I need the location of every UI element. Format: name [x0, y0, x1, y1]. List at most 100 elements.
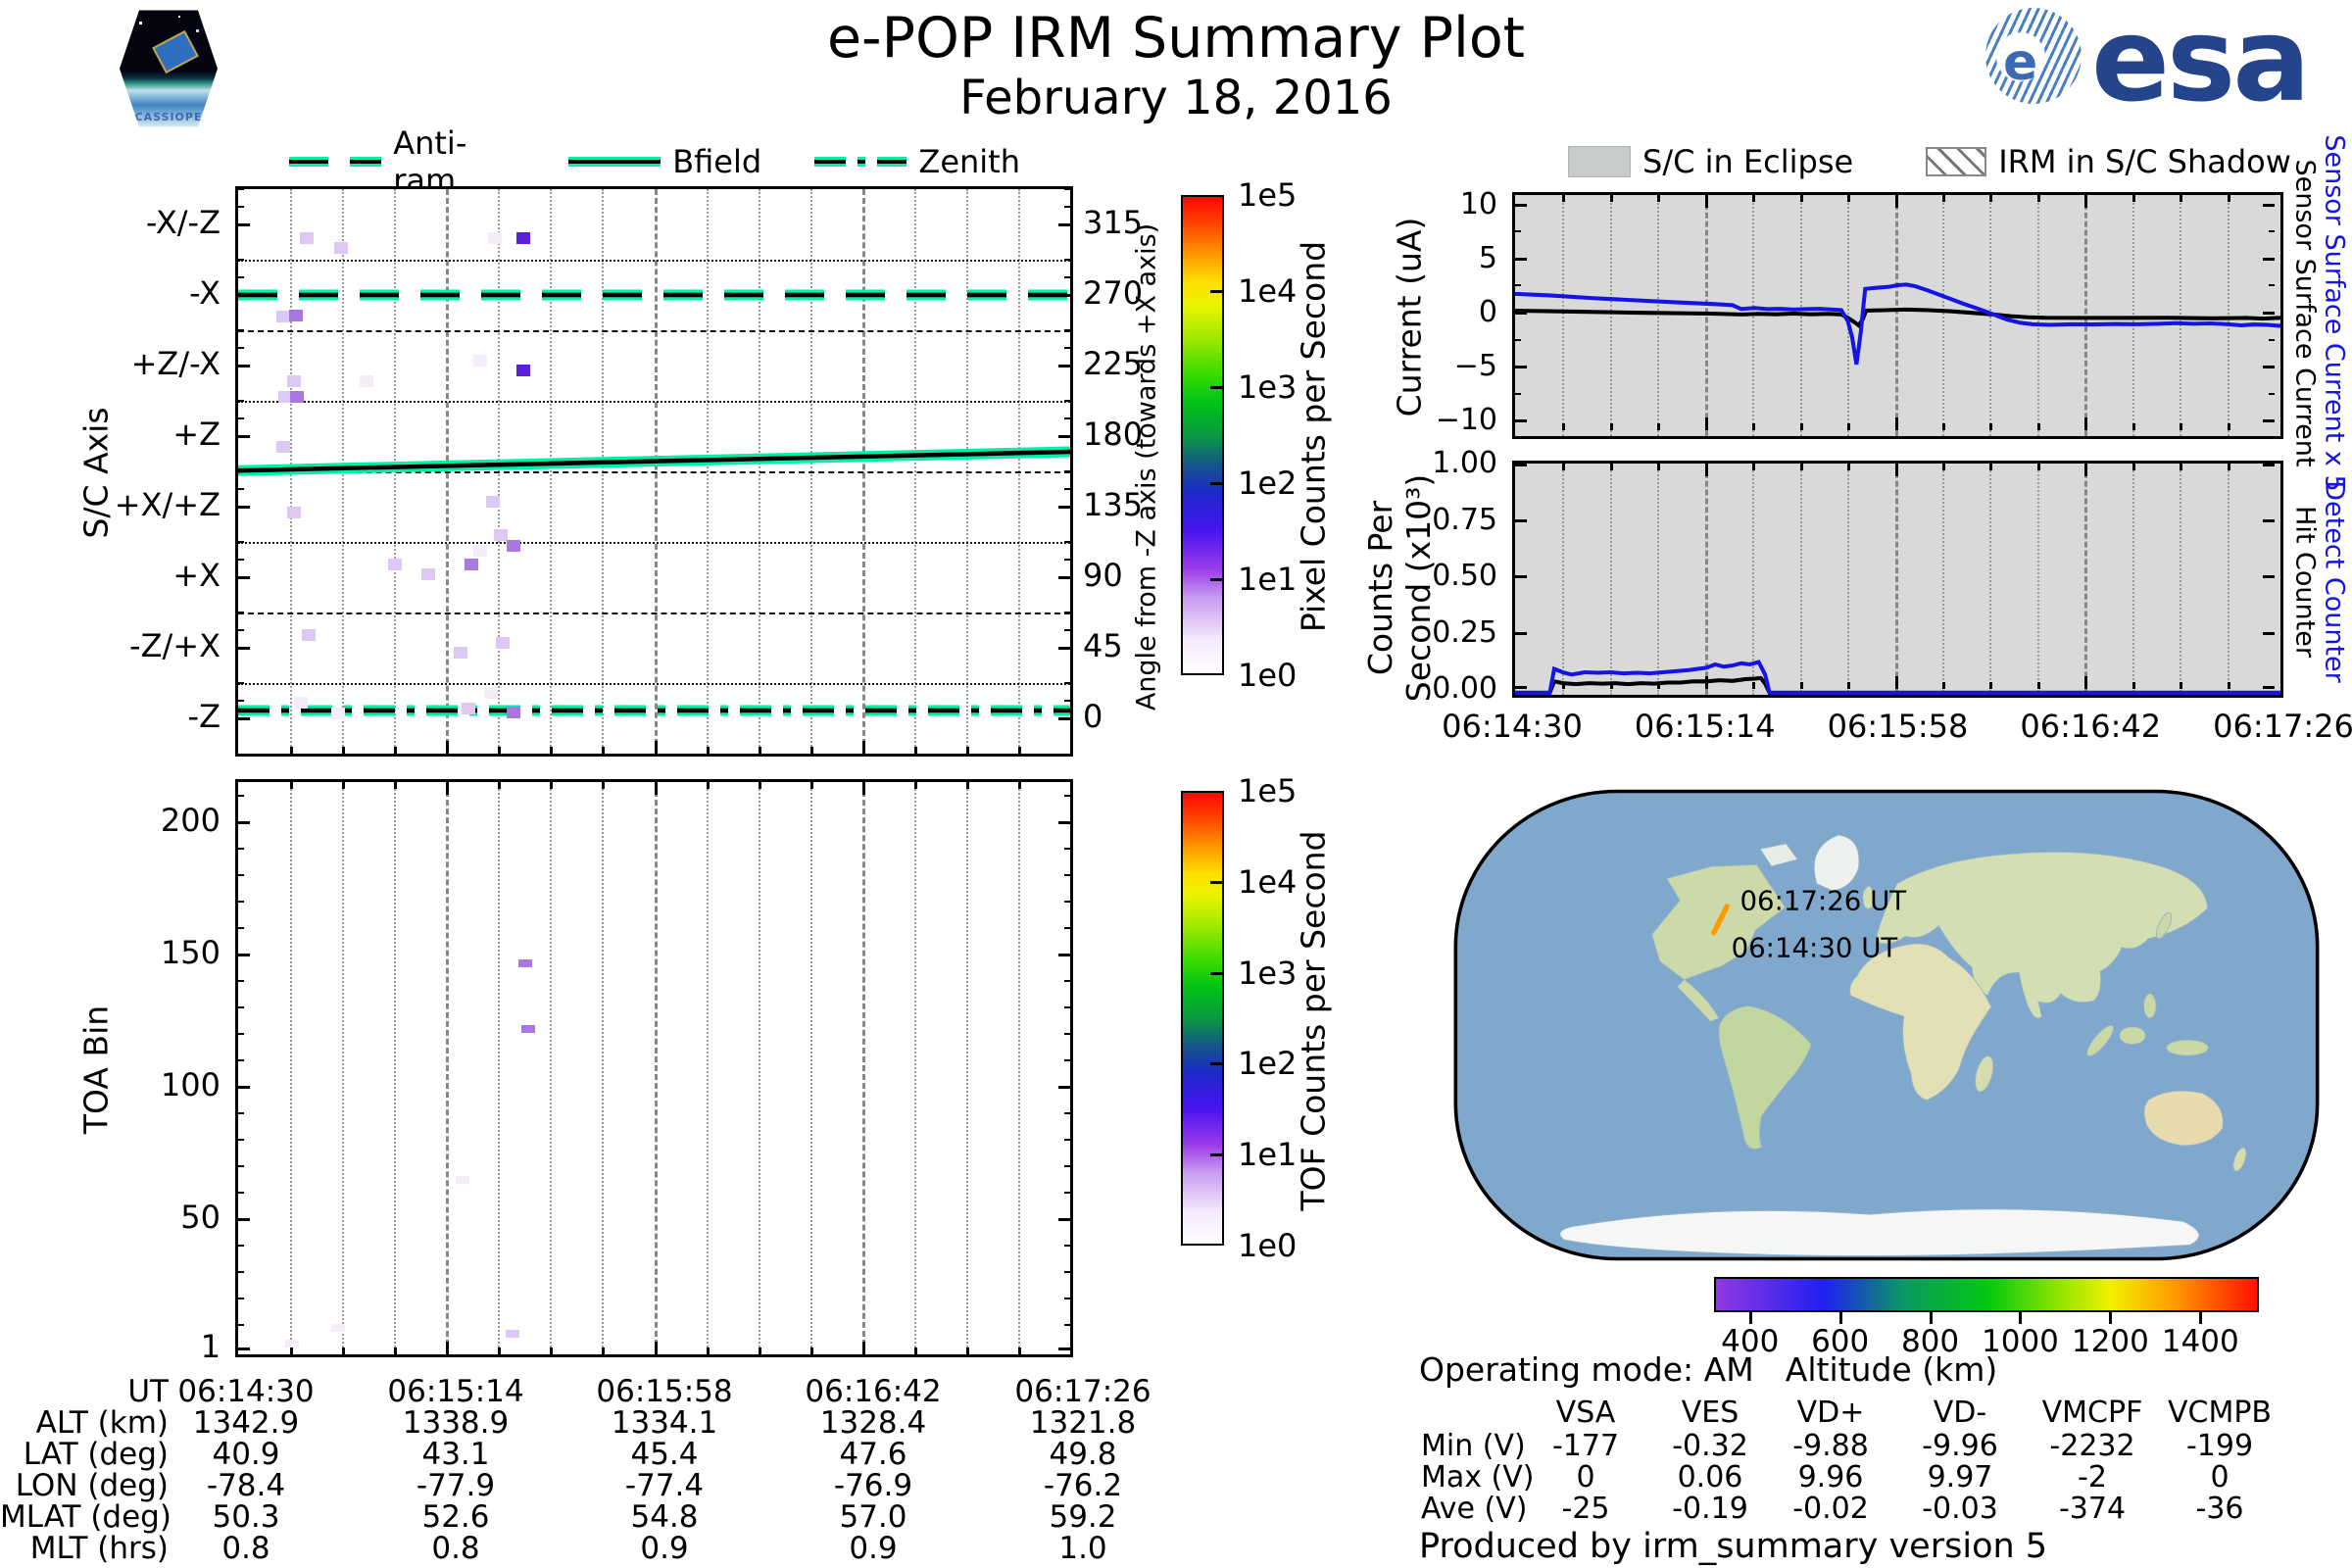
tick-mark	[2227, 464, 2230, 470]
world-map: 06:17:26 UT 06:14:30 UT	[1453, 789, 2320, 1261]
table-cell: 06:17:26	[1014, 1374, 1152, 1409]
tick-mark	[1799, 464, 1803, 470]
tick-mark	[394, 1348, 398, 1354]
track-end-time-label: 06:17:26 UT	[1740, 885, 1906, 917]
tick-mark	[290, 1348, 294, 1354]
tick-mark	[1017, 1348, 1021, 1354]
tick-mark	[1064, 1164, 1070, 1167]
tick-mark	[1704, 464, 1708, 476]
tick-mark	[861, 782, 865, 795]
tick-mark	[1515, 518, 1527, 522]
tick-mark	[238, 900, 244, 903]
altitude-colorbar-title: Altitude (km)	[1785, 1350, 1998, 1389]
esa-globe-icon: e	[1985, 8, 2082, 104]
tick-mark	[2269, 338, 2275, 341]
anti-ram-legend-line	[289, 157, 382, 167]
tick-mark	[1562, 423, 1566, 430]
table-cell: 47.6	[839, 1437, 907, 1472]
tick-mark	[342, 1348, 346, 1354]
colorbar-tick-label: 1e5	[1238, 772, 1298, 809]
tick-mark	[238, 1164, 244, 1167]
tick-mark	[602, 1348, 606, 1354]
shadow-hatch-swatch	[1926, 147, 1987, 176]
tick-mark	[2180, 464, 2183, 470]
tick-mark	[1515, 419, 1527, 423]
altitude-colorbar	[1714, 1277, 2259, 1312]
colorbar-tick-label: 1e5	[1238, 176, 1298, 214]
tick-mark	[1752, 682, 1756, 689]
eclipse-legend: S/C in Eclipse IRM in S/C Shadow	[1568, 143, 2352, 180]
tick-mark	[238, 1244, 244, 1247]
tick-mark	[1064, 1191, 1070, 1194]
scatter-point	[387, 559, 402, 571]
tick-mark	[1515, 284, 1521, 287]
category-label: -X/-Z	[145, 204, 220, 241]
grid-line	[758, 782, 760, 1354]
tick-mark	[1210, 1153, 1222, 1157]
tick-mark	[1515, 338, 1521, 341]
tick-mark	[238, 1348, 250, 1350]
scatter-point	[285, 1340, 300, 1348]
detect-counter-label: Detect Counter	[2319, 480, 2350, 683]
tick-mark	[2263, 203, 2275, 207]
tick-mark	[2269, 392, 2275, 395]
tick-mark	[1515, 631, 1527, 635]
colorbar-tick-label: 1e2	[1238, 1045, 1298, 1083]
tick-mark	[238, 847, 244, 850]
tick-mark	[1657, 682, 1661, 689]
grid-line	[446, 782, 450, 1354]
colorbar-tick-label: 1e3	[1238, 954, 1298, 992]
tick-mark	[1064, 1323, 1070, 1326]
toa-tick-label: 50	[180, 1198, 220, 1236]
tick-mark	[498, 782, 502, 789]
tick-mark	[1657, 464, 1661, 470]
tick-mark	[238, 1085, 244, 1088]
tick-mark	[1989, 195, 1993, 202]
tick-mark	[238, 1297, 244, 1299]
scatter-point	[506, 1329, 520, 1338]
ytick-label: 0.75	[1432, 502, 1497, 537]
tick-mark	[1515, 464, 1527, 466]
esa-wordmark: esa	[2091, 0, 2311, 127]
xtick-label: 06:17:26	[2213, 708, 2352, 745]
scatter-point	[302, 629, 317, 642]
tick-mark	[446, 782, 450, 795]
tick-mark	[1515, 257, 1527, 261]
tick-mark	[2036, 682, 2040, 689]
tick-mark	[1609, 464, 1613, 470]
category-label: +Z	[172, 416, 220, 453]
tick-mark	[1847, 682, 1851, 689]
tick-mark	[550, 782, 554, 789]
category-label: -Z/+X	[129, 627, 220, 664]
tick-mark	[2132, 423, 2135, 430]
tick-mark	[2263, 366, 2275, 369]
tick-mark	[1064, 847, 1070, 850]
table-cell: 50.3	[212, 1499, 280, 1535]
bfield-legend-label: Bfield	[672, 143, 762, 180]
tick-mark	[238, 794, 244, 797]
zenith-legend-label: Zenith	[918, 143, 1020, 180]
tick-mark	[1064, 1217, 1070, 1220]
tick-mark	[1941, 464, 1945, 470]
tick-mark	[2269, 230, 2275, 233]
grid-line	[861, 782, 865, 1354]
tick-mark	[2180, 682, 2183, 689]
tick-mark	[1064, 926, 1070, 929]
toa-tick-label: 1	[200, 1328, 220, 1365]
colorbar-tick-label: 1e0	[1238, 1227, 1298, 1264]
tick-mark	[1064, 979, 1070, 982]
scatter-point	[300, 232, 315, 245]
category-label: +X/+Z	[114, 486, 220, 523]
grid-line	[965, 782, 968, 1354]
tick-mark	[1941, 195, 1945, 202]
tick-mark	[238, 926, 244, 929]
tick-mark	[1847, 195, 1851, 202]
tof-colorbar	[1181, 791, 1224, 1246]
table-cell: 40.9	[212, 1437, 280, 1472]
scatter-point	[516, 232, 531, 245]
tick-mark	[2227, 682, 2230, 689]
tick-mark	[1064, 1032, 1070, 1035]
scatter-point	[359, 375, 373, 387]
scatter-point	[521, 1025, 536, 1033]
cassiope-mission-patch: CASSIOPE	[116, 6, 221, 131]
